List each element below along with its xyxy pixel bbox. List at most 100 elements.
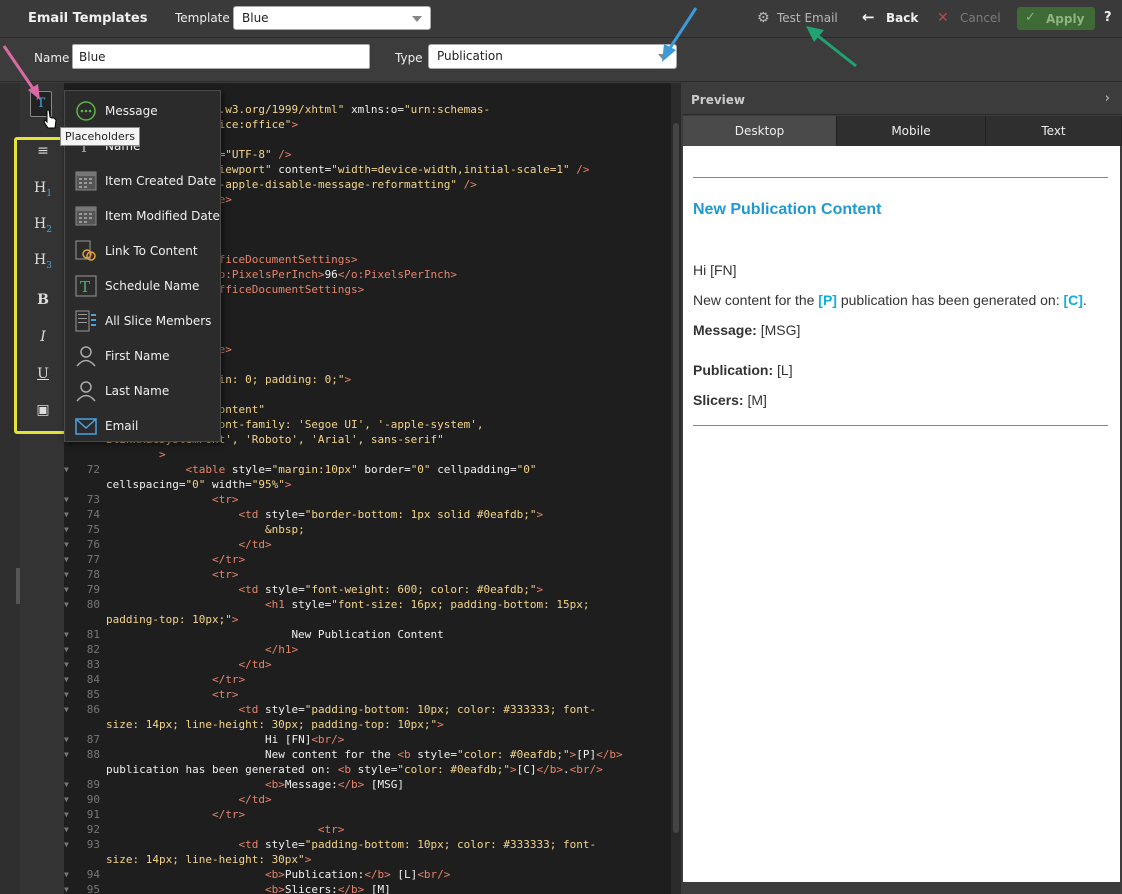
code-line[interactable]: padding-top: 10px;"> (106, 613, 238, 626)
email-templates-window: Email Templates Template Blue ⚙ Test Ema… (0, 0, 1122, 894)
help-button[interactable]: ? (1104, 10, 1112, 25)
menu-item-label: Schedule Name (105, 279, 200, 293)
line-number: 77 (86, 553, 100, 566)
code-line[interactable]: size: 14px; line-height: 30px; padding-t… (106, 718, 444, 731)
apply-button[interactable]: ✓ Apply (1017, 7, 1095, 30)
line-number: 93 (86, 838, 100, 851)
code-line[interactable]: &nbsp; (106, 523, 305, 536)
code-line[interactable]: <b>Message:</b> [MSG] (106, 778, 404, 791)
code-line[interactable]: Hi [FN]<br/> (106, 733, 344, 746)
hand-cursor-icon (43, 109, 57, 129)
preview-placeholder-p: [P] (818, 292, 837, 308)
code-line[interactable]: <b>Publication:</b> [L]<br/> (106, 868, 450, 881)
envelope-icon (75, 415, 97, 437)
preview-line-text: New content for the (693, 292, 819, 308)
code-line[interactable]: <tr> (106, 823, 345, 836)
menu-item-label: Last Name (105, 384, 170, 398)
menu-item-label: Message (105, 104, 158, 118)
menu-item-label: All Slice Members (105, 314, 212, 328)
code-line[interactable]: <tr> (106, 688, 239, 701)
link-icon (75, 240, 97, 262)
arrow-left-icon: ← (862, 8, 875, 26)
line-number: 84 (86, 673, 100, 686)
menu-item-label: Item Modified Date (105, 209, 220, 223)
line-number: 78 (86, 568, 100, 581)
code-line[interactable]: cellspacing="0" width="95%"> (106, 478, 291, 491)
menu-item-message[interactable]: Message (65, 93, 222, 128)
menu-item-first-name[interactable]: First Name (65, 338, 222, 373)
code-line[interactable]: <tr> (106, 568, 239, 581)
code-line[interactable]: New Publication Content (106, 628, 443, 641)
line-number: 95 (86, 883, 100, 894)
code-line[interactable]: New content for the <b style="color: #0e… (106, 748, 623, 761)
menu-item-label: Item Created Date (105, 174, 217, 188)
code-line[interactable]: </tr> (106, 673, 245, 686)
tab-mobile[interactable]: Mobile (837, 116, 986, 146)
code-line[interactable]: </td> (106, 538, 271, 551)
line-number: 85 (86, 688, 100, 701)
code-line[interactable]: </tr> (106, 553, 245, 566)
annotation-arrow-blue (662, 7, 698, 62)
cancel-label: Cancel (960, 11, 1001, 25)
name-input[interactable]: Blue (72, 44, 370, 69)
calendar-icon (75, 170, 97, 192)
code-line[interactable]: <tr> (106, 493, 239, 506)
code-line[interactable]: > (106, 448, 166, 461)
preview-publication-value: [L] (773, 362, 793, 378)
chevron-right-icon[interactable]: › (1105, 91, 1110, 106)
chat-icon (75, 100, 97, 122)
chevron-down-icon (412, 16, 422, 22)
annotation-arrow-pink (2, 45, 40, 100)
back-button[interactable]: ← Back (862, 8, 919, 26)
text-box-icon: T (75, 275, 97, 297)
code-line[interactable]: <td style="padding-bottom: 10px; color: … (106, 838, 596, 851)
code-line[interactable]: </tr> (106, 808, 245, 821)
code-line[interactable]: size: 14px; line-height: 30px"> (106, 853, 311, 866)
menu-item-item-created-date[interactable]: Item Created Date (65, 163, 222, 198)
tab-text[interactable]: Text (986, 116, 1122, 146)
preview-header: Preview › (683, 83, 1122, 115)
tab-desktop[interactable]: Desktop (683, 116, 837, 146)
preview-publication-label: Publication: (693, 362, 774, 378)
template-select-value: Blue (242, 11, 269, 25)
back-label: Back (886, 11, 919, 25)
type-label: Type (395, 51, 423, 65)
line-number: 81 (86, 628, 100, 641)
preview-publication: Publication: [L] (693, 362, 793, 378)
code-line[interactable]: <h1 style="font-size: 16px; padding-bott… (106, 598, 590, 611)
code-line[interactable]: </h1> (106, 643, 298, 656)
code-line[interactable]: <td style="font-weight: 600; color: #0ea… (106, 583, 543, 596)
code-line[interactable]: </td> (106, 793, 271, 806)
menu-item-label: Link To Content (105, 244, 198, 258)
preview-line-text: publication has been generated on: (836, 292, 1064, 308)
code-line[interactable]: <table style="margin:10px" border="0" ce… (106, 463, 536, 476)
code-line[interactable]: <td style="border-bottom: 1px solid #0ea… (106, 508, 543, 521)
menu-item-item-modified-date[interactable]: Item Modified Date (65, 198, 222, 233)
preview-divider-top (693, 177, 1108, 178)
preview-greeting: Hi [FN] (693, 262, 737, 278)
code-line[interactable]: <b>Slicers:</b> [M] (106, 883, 391, 894)
code-line[interactable]: publication has been generated on: <b st… (106, 763, 603, 776)
line-number: 82 (86, 643, 100, 656)
preview-slicers-value: [M] (743, 392, 767, 408)
menu-item-label: First Name (105, 349, 170, 363)
menu-item-link-to-content[interactable]: Link To Content (65, 233, 222, 268)
type-select[interactable]: Publication (428, 44, 677, 69)
line-number: 74 (86, 508, 100, 521)
menu-item-all-slice-members[interactable]: All Slice Members (65, 303, 222, 338)
apply-label: Apply (1046, 12, 1085, 26)
editor-scrollbar-thumb[interactable] (673, 123, 679, 833)
code-line[interactable]: </td> (106, 658, 271, 671)
cancel-button[interactable]: ✕ Cancel (937, 10, 1001, 26)
top-toolbar: Email Templates Template Blue ⚙ Test Ema… (0, 0, 1122, 38)
menu-item-email[interactable]: Email (65, 408, 222, 443)
editor-scrollbar[interactable] (671, 83, 681, 894)
preview-divider-bottom (693, 425, 1108, 426)
line-number: 88 (86, 748, 100, 761)
template-properties-row: Name Blue Type Publication (0, 38, 1122, 82)
code-line[interactable]: <td style="padding-bottom: 10px; color: … (106, 703, 596, 716)
menu-item-last-name[interactable]: Last Name (65, 373, 222, 408)
template-select[interactable]: Blue (233, 6, 431, 30)
menu-item-schedule-name[interactable]: T Schedule Name (65, 268, 222, 303)
line-number: 75 (86, 523, 100, 536)
